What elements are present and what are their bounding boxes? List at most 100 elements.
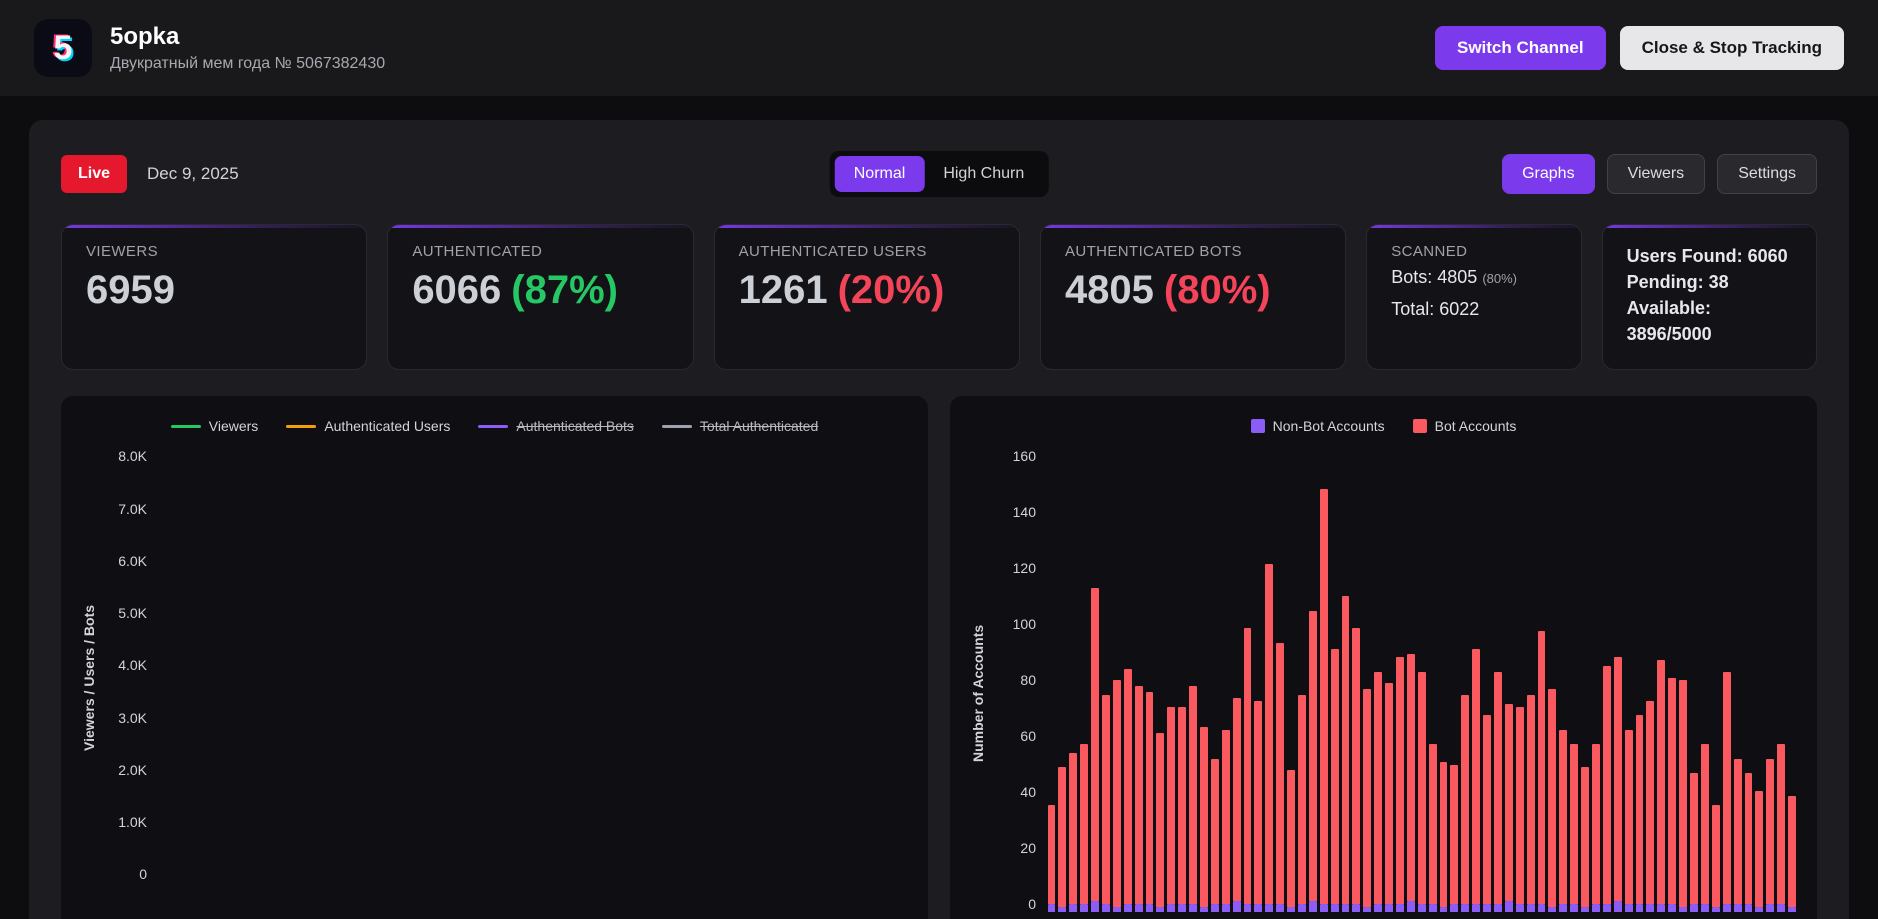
non-bot-accounts-bar — [1472, 903, 1481, 913]
bar-group — [1558, 448, 1569, 913]
authenticated-count: 6066 — [412, 268, 502, 312]
bar-group — [1307, 448, 1318, 913]
bot-accounts-bar — [1668, 677, 1677, 904]
non-bot-accounts-bar — [1668, 903, 1677, 913]
authenticated-bots-percent: (80%) — [1163, 268, 1271, 312]
bot-accounts-bar — [1156, 732, 1165, 907]
non-bot-accounts-bar — [1265, 903, 1274, 913]
authenticated-users-percent: (20%) — [837, 268, 945, 312]
line-chart-y-ticks: 8.0K 7.0K 6.0K 5.0K 4.0K 3.0K 2.0K 1.0K 0 — [103, 448, 157, 882]
bot-accounts-bar — [1091, 587, 1099, 901]
available-value-line: 3896/5000 — [1626, 324, 1712, 345]
bar-group — [1645, 448, 1656, 913]
users-found-line: Users Found: 6060 — [1626, 246, 1788, 266]
churn-mode-toggle: Normal High Churn — [829, 151, 1049, 197]
non-bot-accounts-bar — [1221, 903, 1230, 913]
tab-viewers[interactable]: Viewers — [1606, 154, 1706, 194]
stat-scanned: SCANNED Bots: 4805 (80%) Total: 6022 — [1366, 224, 1582, 371]
legend-total-authenticated[interactable]: Total Authenticated — [661, 418, 818, 434]
bar-group — [1155, 448, 1166, 913]
channel-avatar: 5 — [34, 19, 92, 77]
legend-label: Non-Bot Accounts — [1272, 418, 1385, 435]
bar-group — [1122, 448, 1133, 913]
y-tick: 7.0K — [118, 500, 147, 517]
bot-accounts-bar — [1178, 706, 1187, 904]
non-bot-accounts-bar — [1047, 903, 1056, 913]
legend-authenticated-users[interactable]: Authenticated Users — [286, 418, 450, 434]
bot-accounts-bar — [1396, 657, 1404, 904]
legend-non-bot-accounts[interactable]: Non-Bot Accounts — [1250, 418, 1385, 435]
bar-chart-x-ticks: Jan 2020Jan 2021Jan 2022Jan 2023Jan 2024… — [1046, 912, 1797, 919]
bar-group — [1209, 448, 1220, 913]
line-chart-legend: Viewers Authenticated Users Authenticated … — [81, 412, 908, 440]
bar-group — [1721, 448, 1732, 913]
bot-accounts-bar — [1450, 764, 1459, 904]
bar-group — [1678, 448, 1689, 913]
bot-accounts-bar — [1690, 773, 1698, 904]
y-tick: 8.0K — [118, 448, 147, 465]
stat-cards-row: VIEWERS 6959 AUTHENTICATED 6066 (87%) AU… — [61, 224, 1817, 371]
authenticated-percent: (87%) — [511, 268, 618, 312]
bar-group — [1493, 448, 1504, 913]
legend-swatch — [1412, 419, 1427, 434]
mode-normal-button[interactable]: Normal — [834, 156, 925, 192]
bot-accounts-bar — [1537, 631, 1546, 904]
non-bot-accounts-bar — [1406, 900, 1415, 913]
bot-accounts-bar — [1221, 729, 1230, 904]
legend-authenticated-bots[interactable]: Authenticated Bots — [478, 418, 634, 434]
non-bot-accounts-bar — [1167, 903, 1176, 913]
bar-chart-y-ticks: 160 140 120 100 80 60 40 20 0 — [992, 448, 1046, 912]
bar-group — [1591, 448, 1602, 913]
switch-channel-button[interactable]: Switch Channel — [1434, 26, 1606, 70]
legend-viewers[interactable]: Viewers — [170, 418, 258, 434]
bar-group — [1471, 448, 1482, 913]
bar-group — [1776, 448, 1787, 913]
y-tick: 3.0K — [118, 709, 147, 726]
viewers-line-chart-panel: Viewers Authenticated Users Authenticated … — [61, 396, 928, 919]
y-tick: 160 — [1012, 448, 1036, 465]
non-bot-accounts-bar — [1526, 903, 1535, 913]
non-bot-accounts-bar — [1461, 903, 1470, 913]
bar-group — [1286, 448, 1297, 913]
non-bot-accounts-bar — [1494, 903, 1502, 913]
non-bot-accounts-bar — [1570, 903, 1579, 913]
close-stop-tracking-button[interactable]: Close & Stop Tracking — [1619, 26, 1844, 70]
bot-accounts-bar — [1319, 489, 1328, 904]
y-tick: 1.0K — [118, 814, 147, 831]
y-tick: 20 — [1020, 840, 1036, 857]
non-bot-accounts-bar — [1624, 903, 1633, 913]
non-bot-accounts-bar — [1537, 903, 1546, 913]
non-bot-accounts-bar — [1189, 903, 1197, 913]
channel-avatar-glyph: 5 — [53, 28, 73, 67]
tab-settings[interactable]: Settings — [1717, 154, 1817, 194]
bar-group — [1231, 448, 1242, 913]
legend-bot-accounts[interactable]: Bot Accounts — [1412, 418, 1516, 434]
bot-accounts-bar — [1210, 758, 1219, 904]
bot-accounts-bar — [1515, 706, 1524, 904]
non-bot-accounts-bar — [1657, 903, 1666, 913]
bot-accounts-bar — [1232, 697, 1241, 901]
channel-name: 5opka — [110, 23, 180, 50]
y-tick: 5.0K — [118, 605, 147, 622]
channel-title-block: 5opka Двукратный мем года № 5067382430 — [110, 23, 385, 73]
bar-chart-y-axis-label: Number of Accounts — [970, 624, 986, 762]
date-label: Dec 9, 2025 — [147, 164, 239, 183]
bar-group — [1656, 448, 1667, 913]
tab-graphs[interactable]: Graphs — [1502, 154, 1595, 194]
bar-group — [1144, 448, 1155, 913]
non-bot-accounts-bar — [1733, 903, 1742, 913]
bot-accounts-bar — [1624, 729, 1633, 904]
bot-accounts-bar — [1570, 744, 1579, 904]
mode-high-churn-button[interactable]: High Churn — [924, 156, 1043, 192]
legend-swatch — [286, 424, 317, 428]
bot-accounts-bar — [1058, 767, 1067, 907]
available-label-line: Available: — [1626, 298, 1711, 319]
bot-accounts-bar — [1602, 665, 1611, 904]
authenticated-bots-count: 4805 — [1064, 268, 1154, 312]
bot-accounts-bar — [1635, 715, 1644, 904]
stat-authenticated: AUTHENTICATED 6066 (87%) — [387, 224, 694, 371]
bar-group — [1754, 448, 1765, 913]
bar-group — [1318, 448, 1329, 913]
non-bot-accounts-bar — [1123, 903, 1132, 913]
stat-label: AUTHENTICATED USERS — [738, 243, 927, 260]
